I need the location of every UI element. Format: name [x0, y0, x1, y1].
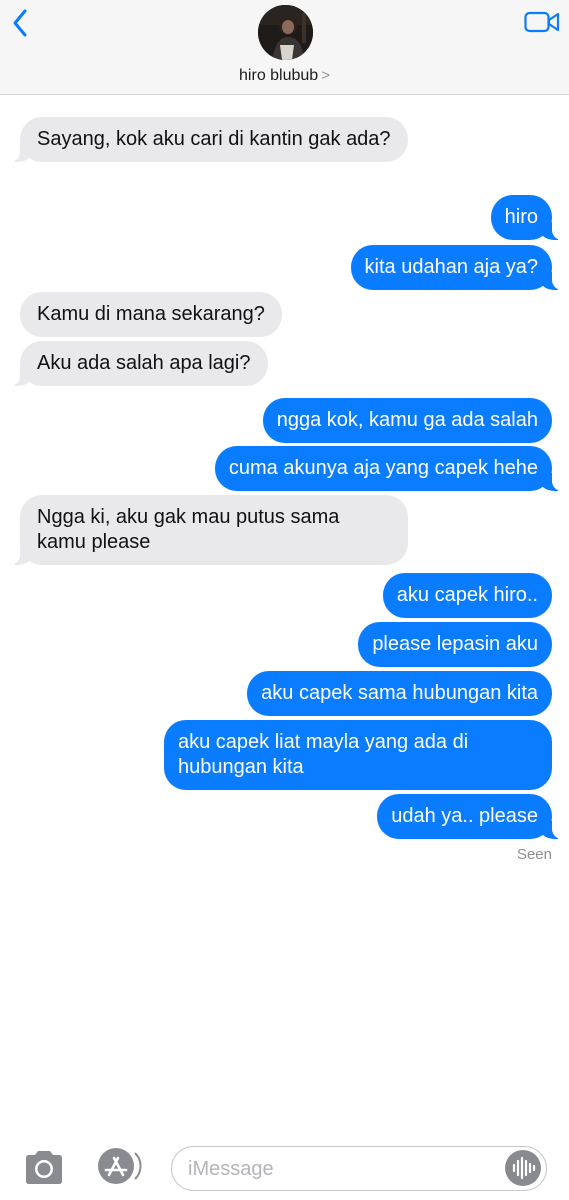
camera-button[interactable]: [22, 1149, 66, 1185]
message-received[interactable]: Sayang, kok aku cari di kantin gak ada?: [10, 117, 408, 162]
message-sent[interactable]: hiro: [490, 195, 563, 240]
video-call-button[interactable]: [524, 10, 560, 34]
chevron-right-icon: >: [321, 67, 330, 84]
message-input-container: [171, 1146, 547, 1191]
avatar[interactable]: [258, 5, 313, 60]
app-store-button[interactable]: [93, 1147, 143, 1185]
audio-message-button[interactable]: [505, 1150, 541, 1186]
read-receipt: Seen: [516, 846, 552, 863]
back-button[interactable]: [8, 8, 32, 38]
message-input[interactable]: [188, 1153, 498, 1185]
message-sent[interactable]: aku capek hiro..: [382, 573, 552, 618]
message-sent[interactable]: udah ya.. please: [377, 794, 562, 839]
camera-icon: [26, 1151, 62, 1184]
app-store-icon: [98, 1148, 142, 1184]
message-received[interactable]: Kamu di mana sekarang?: [20, 292, 282, 337]
message-sent[interactable]: cuma akunya aja yang capek hehe: [214, 446, 563, 491]
message-sent[interactable]: ngga kok, kamu ga ada salah: [262, 398, 552, 443]
message-sent[interactable]: please lepasin aku: [358, 622, 552, 667]
video-camera-icon: [524, 11, 560, 33]
message-received[interactable]: Aku ada salah apa lagi?: [10, 341, 268, 386]
chevron-left-icon: [13, 9, 27, 37]
audio-waveform-icon: [512, 1156, 536, 1180]
contact-name: hiro blubub: [239, 67, 319, 84]
conversation-header: hiro blubub >: [0, 0, 569, 95]
avatar-image: [258, 5, 313, 60]
message-received[interactable]: Ngga ki, aku gak mau putus sama kamu ple…: [10, 495, 408, 565]
contact-name-button[interactable]: hiro blubub >: [0, 67, 569, 85]
composer-bar: [0, 1140, 569, 1200]
message-sent[interactable]: kita udahan aja ya?: [350, 245, 563, 290]
message-sent[interactable]: aku capek liat mayla yang ada di hubunga…: [164, 720, 552, 790]
message-sent[interactable]: aku capek sama hubungan kita: [247, 671, 552, 716]
